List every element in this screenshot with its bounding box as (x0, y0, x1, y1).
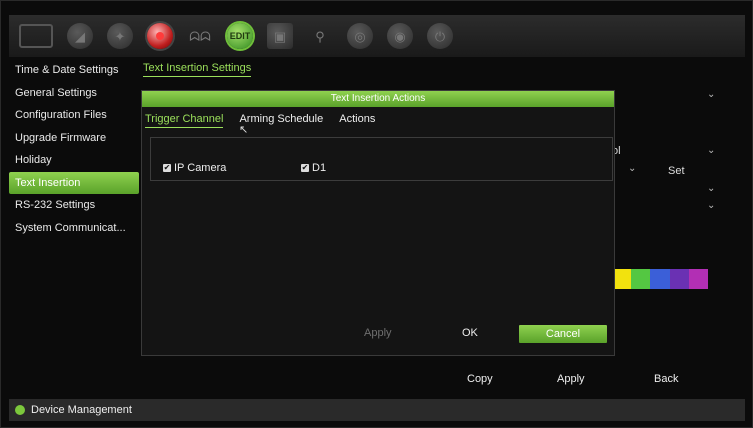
set-button[interactable]: Set (668, 165, 685, 177)
sidebar-item-general[interactable]: General Settings (9, 82, 139, 105)
alarm-icon[interactable]: ⚲ (307, 23, 333, 49)
copy-button[interactable]: Copy (467, 373, 493, 385)
dialog-apply-button[interactable]: Apply (364, 327, 392, 339)
checkbox-d1[interactable]: ✔ D1 (301, 162, 326, 174)
apply-button[interactable]: Apply (557, 373, 585, 385)
mouse-cursor-icon: ↖ (239, 124, 249, 136)
network-icon[interactable]: ✦ (107, 23, 133, 49)
checkbox-ip-camera[interactable]: ✔ IP Camera (163, 162, 226, 174)
power-glyph: ⏻ (434, 28, 446, 44)
live-record-icon[interactable] (147, 23, 173, 49)
status-dot-icon (15, 405, 25, 415)
status-bar: Device Management (9, 399, 745, 421)
hdd-icon[interactable]: ▣ (267, 23, 293, 49)
chevron-down-icon[interactable]: ⌄ (628, 164, 636, 174)
camera-icon[interactable]: ◢ (67, 23, 93, 49)
checkbox-checked-icon[interactable]: ✔ (163, 164, 171, 172)
device-management-label: EDIT (229, 30, 251, 41)
alarm-glyph: ⚲ (315, 28, 325, 44)
network-glyph: ✦ (114, 28, 126, 44)
sidebar: Time & Date Settings General Settings Co… (9, 59, 139, 239)
audio-glyph: ◎ (354, 28, 366, 44)
sidebar-item-holiday[interactable]: Holiday (9, 149, 139, 172)
chevron-down-icon[interactable]: ⌄ (707, 146, 715, 156)
checkbox-label: IP Camera (174, 162, 227, 174)
app-window: ◢ ✦ ᗣᗣ EDIT ▣ ⚲ ◎ ◉ ⏻ Time & Date Settin… (0, 0, 753, 428)
color-swatch-purple[interactable] (688, 269, 709, 289)
sidebar-item-configuration-files[interactable]: Configuration Files (9, 104, 139, 127)
color-swatch-green[interactable] (631, 269, 651, 289)
device-management-icon[interactable]: EDIT (227, 23, 253, 49)
tab-trigger-channel[interactable]: Trigger Channel (145, 113, 224, 128)
dialog-title: Text Insertion Actions (142, 91, 614, 107)
monitor-icon[interactable] (19, 24, 53, 48)
dialog-cancel-button[interactable]: Cancel (519, 325, 607, 343)
settings-icon[interactable]: ◉ (387, 23, 413, 49)
people-icon[interactable]: ᗣᗣ (187, 23, 213, 49)
color-swatch-indigo[interactable] (669, 269, 689, 289)
settings-glyph: ◉ (394, 28, 406, 44)
power-icon[interactable]: ⏻ (427, 23, 453, 49)
sidebar-item-text-insertion[interactable]: Text Insertion (9, 171, 139, 194)
trigger-channel-list: ✔ IP Camera ✔ D1 (150, 137, 613, 181)
top-toolbar: ◢ ✦ ᗣᗣ EDIT ▣ ⚲ ◎ ◉ ⏻ (9, 15, 745, 57)
tab-arming-schedule[interactable]: Arming Schedule (239, 113, 323, 128)
text-insertion-actions-dialog: Text Insertion Actions Trigger Channel A… (141, 90, 615, 356)
tab-actions[interactable]: Actions (339, 113, 375, 128)
people-glyph: ᗣᗣ (189, 28, 211, 44)
checkbox-checked-icon[interactable]: ✔ (301, 164, 309, 172)
checkbox-label: D1 (312, 162, 327, 174)
sidebar-item-time-date[interactable]: Time & Date Settings (9, 59, 139, 82)
color-swatch-blue[interactable] (650, 269, 670, 289)
chevron-down-icon[interactable]: ⌄ (707, 90, 715, 100)
sidebar-item-upgrade-firmware[interactable]: Upgrade Firmware (9, 127, 139, 150)
sidebar-item-system-communication[interactable]: System Communicat... (9, 217, 139, 240)
chevron-down-icon[interactable]: ⌄ (707, 184, 715, 194)
sidebar-item-rs232[interactable]: RS-232 Settings (9, 194, 139, 217)
dialog-ok-button[interactable]: OK (462, 327, 478, 339)
back-button[interactable]: Back (654, 373, 678, 385)
hdd-glyph: ▣ (273, 28, 287, 44)
audio-icon[interactable]: ◎ (347, 23, 373, 49)
status-label: Device Management (31, 404, 132, 416)
color-palette[interactable] (612, 269, 709, 289)
dialog-tabs: Trigger Channel Arming Schedule Actions (145, 113, 391, 128)
chevron-down-icon[interactable]: ⌄ (707, 201, 715, 211)
tab-text-insertion-settings[interactable]: Text Insertion Settings (143, 62, 252, 77)
camera-glyph: ◢ (75, 28, 85, 44)
